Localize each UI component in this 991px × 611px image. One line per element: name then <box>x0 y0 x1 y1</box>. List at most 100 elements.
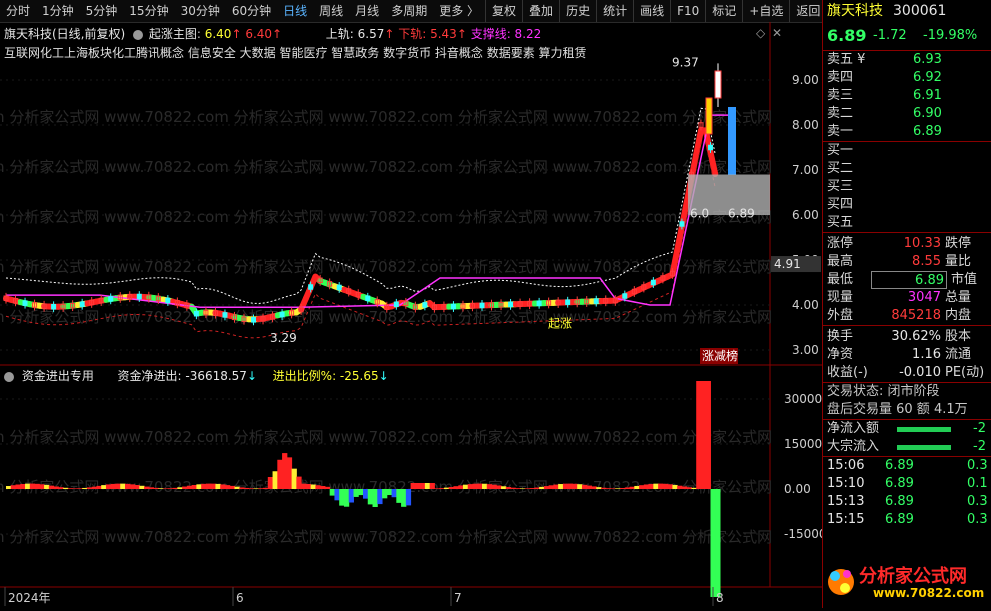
action-button-4[interactable]: 画线 <box>633 0 670 22</box>
mark-price-label: 6.89 <box>728 206 755 220</box>
stat-label-2: 跌停 <box>941 235 971 253</box>
flow-row: 净流入额-2 <box>827 420 991 438</box>
chart-area[interactable]: m 分析家公式网 www.70822.com 分析家公式网 www.70822.… <box>0 22 822 608</box>
stat-value: 8.55 <box>871 253 941 271</box>
flow-bar <box>563 484 568 489</box>
chart-canvas[interactable]: m 分析家公式网 www.70822.com 分析家公式网 www.70822.… <box>0 22 822 608</box>
flow-bar <box>696 381 701 489</box>
flow-bar <box>230 486 235 489</box>
last-price: 6.89 <box>827 22 873 50</box>
stat-value: 30.62% <box>871 328 941 346</box>
current-price-tag: 4.91 <box>774 257 801 271</box>
tick-vol: 0.3 <box>967 493 988 511</box>
mark-left-label: 6.0 <box>690 206 709 220</box>
sub-tick-label: 30000 <box>784 392 822 406</box>
flow-bar <box>368 489 373 504</box>
period-tab-1[interactable]: 1分钟 <box>36 0 80 22</box>
period-tab-8[interactable]: 月线 <box>349 0 385 22</box>
ask-row[interactable]: 卖二6.90 <box>827 105 991 123</box>
ask-price: 6.89 <box>913 123 942 141</box>
tick-time: 15:06 <box>827 457 885 475</box>
stat-value: 6.89 <box>871 271 947 289</box>
flow-bar <box>25 484 30 489</box>
price-tick-label: 7.00 <box>792 163 819 177</box>
period-tab-9[interactable]: 多周期 <box>385 0 433 22</box>
ask-row[interactable]: 卖一6.89 <box>827 123 991 141</box>
flow-bar <box>520 488 525 489</box>
flow-bar <box>396 489 401 503</box>
flow-bar <box>492 485 497 489</box>
flow-bar <box>63 488 68 489</box>
flow-bar <box>292 469 297 489</box>
candle-body <box>137 294 141 299</box>
flow-bar <box>701 381 706 489</box>
flow-bar <box>154 488 159 489</box>
flow-bar <box>277 460 282 489</box>
stat-label-2: 总量 <box>941 289 971 307</box>
ask-price: 6.91 <box>913 87 942 105</box>
stat-label: 最高 <box>827 253 871 271</box>
gear-icon[interactable] <box>4 372 14 382</box>
period-tab-10[interactable]: 更多 〉 <box>433 0 485 22</box>
candle-body <box>594 299 598 304</box>
bid-row[interactable]: 买三 <box>827 178 991 196</box>
bid-row[interactable]: 买四 <box>827 196 991 214</box>
candle-body <box>280 312 284 317</box>
flow-bar <box>201 484 206 489</box>
flow-bar <box>339 489 344 506</box>
action-button-1[interactable]: 叠加 <box>522 0 559 22</box>
candle-body <box>194 312 198 317</box>
action-button-3[interactable]: 统计 <box>596 0 633 22</box>
action-button-6[interactable]: 标记 <box>705 0 742 22</box>
ask-label: 卖一 <box>827 123 913 141</box>
period-tab-7[interactable]: 周线 <box>313 0 349 22</box>
period-tab-6[interactable]: 日线 <box>277 0 313 22</box>
bid-label: 买二 <box>827 160 853 178</box>
ask-row[interactable]: 卖五 ¥6.93 <box>827 51 991 69</box>
flow-row: 大宗流入-2 <box>827 438 991 456</box>
gear-icon[interactable] <box>133 30 143 40</box>
main-header: 旗天科技(日线,前复权) 起涨主图: 6.40↑ 6.40↑ 上轨: 6.57↑… <box>4 25 541 42</box>
flow-bar <box>534 488 539 489</box>
close-icon[interactable]: ✕ <box>772 26 782 40</box>
period-tab-3[interactable]: 15分钟 <box>123 0 174 22</box>
tick-list: 15:066.890.315:106.890.115:136.890.315:1… <box>823 457 991 529</box>
flow-bar <box>444 488 449 489</box>
candle-body <box>252 318 256 323</box>
period-tab-2[interactable]: 5分钟 <box>80 0 124 22</box>
period-tab-5[interactable]: 60分钟 <box>226 0 277 22</box>
period-tab-0[interactable]: 分时 <box>0 0 36 22</box>
bid-row[interactable]: 买五 <box>827 214 991 232</box>
flow-bar <box>568 484 573 489</box>
quote-price-row: 6.89 -1.72 -19.98% <box>823 22 991 50</box>
bid-label: 买一 <box>827 142 853 160</box>
flow-bar <box>301 484 306 489</box>
flow-bar <box>687 487 692 489</box>
action-button-8[interactable]: 返回 <box>789 0 826 22</box>
flow-bar <box>715 489 720 597</box>
period-tab-4[interactable]: 30分钟 <box>175 0 226 22</box>
stats2-list: 换手30.62%股本净资1.16流通收益(-)-0.010PE(动) <box>823 326 991 382</box>
flow-bar <box>572 484 577 489</box>
bid-row[interactable]: 买二 <box>827 160 991 178</box>
action-button-2[interactable]: 历史 <box>559 0 596 22</box>
ask-row[interactable]: 卖三6.91 <box>827 87 991 105</box>
ask-label: 卖三 <box>827 87 913 105</box>
candle-body <box>651 280 655 285</box>
action-button-5[interactable]: F10 <box>670 0 705 22</box>
stat-value: 3047 <box>871 289 941 307</box>
flow-bar <box>663 484 668 489</box>
action-button-7[interactable]: +自选 <box>742 0 789 22</box>
flow-bar <box>511 488 516 489</box>
ratio-label: 进出比例%: -25.65 <box>273 369 379 383</box>
flow-bar <box>263 488 268 489</box>
ask-row[interactable]: 卖四6.92 <box>827 69 991 87</box>
stock-code: 300061 <box>893 0 946 22</box>
flow-bar <box>115 484 120 489</box>
diamond-icon[interactable]: ◇ <box>756 26 765 40</box>
stat-label: 最低 <box>827 271 871 289</box>
stat-label-2: 市值 <box>947 271 977 289</box>
action-button-0[interactable]: 复权 <box>485 0 522 22</box>
bid-row[interactable]: 买一 <box>827 142 991 160</box>
watermark-text: m 分析家公式网 www.70822.com 分析家公式网 www.70822.… <box>0 258 772 276</box>
